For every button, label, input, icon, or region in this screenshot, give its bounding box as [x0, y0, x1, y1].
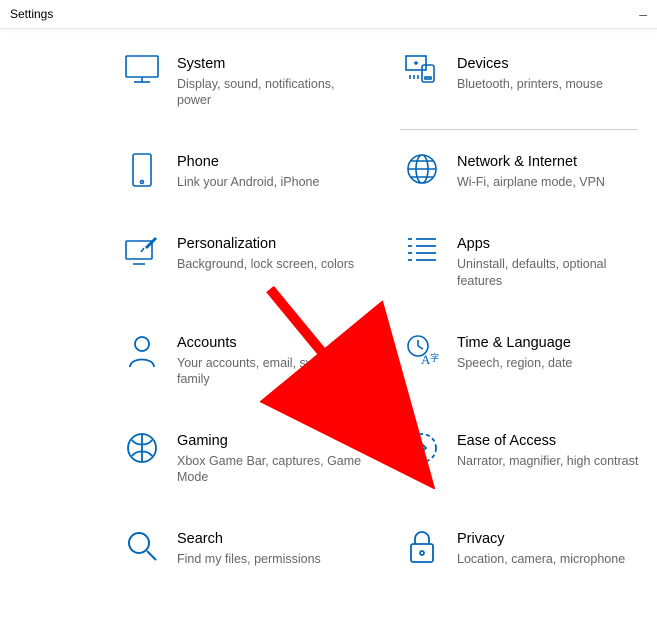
- tile-title: Network & Internet: [457, 153, 645, 172]
- tile-subtitle: Link your Android, iPhone: [177, 174, 365, 190]
- tile-title: Apps: [457, 235, 645, 254]
- tile-subtitle: Display, sound, notifications, power: [177, 76, 365, 109]
- tile-privacy[interactable]: Privacy Location, camera, microphone: [405, 530, 645, 567]
- tile-subtitle: Bluetooth, printers, mouse: [457, 76, 645, 92]
- tile-subtitle: Uninstall, defaults, optional features: [457, 256, 645, 289]
- tile-title: Accounts: [177, 334, 365, 353]
- tile-apps[interactable]: Apps Uninstall, defaults, optional featu…: [405, 235, 645, 288]
- phone-icon: [125, 153, 159, 187]
- tile-subtitle: Find my files, permissions: [177, 551, 365, 567]
- tile-system[interactable]: System Display, sound, notifications, po…: [125, 55, 365, 108]
- tile-search[interactable]: Search Find my files, permissions: [125, 530, 365, 567]
- tile-subtitle: Your accounts, email, sync, work, family: [177, 355, 365, 388]
- tile-subtitle: Wi-Fi, airplane mode, VPN: [457, 174, 645, 190]
- tile-ease-of-access[interactable]: Ease of Access Narrator, magnifier, high…: [405, 432, 645, 485]
- window-controls: –: [639, 7, 647, 21]
- tile-subtitle: Xbox Game Bar, captures, Game Mode: [177, 453, 365, 486]
- tile-subtitle: Location, camera, microphone: [457, 551, 645, 567]
- personalization-icon: [125, 235, 159, 269]
- devices-icon: [405, 55, 439, 89]
- tile-phone[interactable]: Phone Link your Android, iPhone: [125, 153, 365, 190]
- tile-accounts[interactable]: Accounts Your accounts, email, sync, wor…: [125, 334, 365, 387]
- tile-title: Privacy: [457, 530, 645, 549]
- ease-icon: [405, 432, 439, 466]
- tile-title: Gaming: [177, 432, 365, 451]
- tile-network[interactable]: Network & Internet Wi-Fi, airplane mode,…: [405, 153, 645, 190]
- tile-subtitle: Background, lock screen, colors: [177, 256, 365, 272]
- minimize-button[interactable]: –: [639, 7, 647, 21]
- tile-title: Personalization: [177, 235, 365, 254]
- apps-icon: [405, 235, 439, 269]
- tile-subtitle: Narrator, magnifier, high contrast: [457, 453, 645, 469]
- settings-grid: System Display, sound, notifications, po…: [0, 37, 657, 568]
- privacy-icon: [405, 530, 439, 564]
- tile-title: Devices: [457, 55, 645, 74]
- svg-text:字: 字: [430, 352, 439, 363]
- window-titlebar: Settings –: [0, 0, 657, 29]
- system-icon: [125, 55, 159, 89]
- tile-time[interactable]: A 字 Time & Language Speech, region, date: [405, 334, 645, 387]
- divider: [400, 129, 638, 130]
- tile-title: Ease of Access: [457, 432, 645, 451]
- tile-title: Time & Language: [457, 334, 645, 353]
- settings-content: System Display, sound, notifications, po…: [0, 29, 657, 568]
- tile-gaming[interactable]: Gaming Xbox Game Bar, captures, Game Mod…: [125, 432, 365, 485]
- search-icon: [125, 530, 159, 564]
- tile-title: Phone: [177, 153, 365, 172]
- tile-devices[interactable]: Devices Bluetooth, printers, mouse: [405, 55, 645, 108]
- time-icon: A 字: [405, 334, 439, 368]
- network-icon: [405, 153, 439, 187]
- tile-personalization[interactable]: Personalization Background, lock screen,…: [125, 235, 365, 288]
- window-title: Settings: [10, 7, 53, 21]
- tile-subtitle: Speech, region, date: [457, 355, 645, 371]
- accounts-icon: [125, 334, 159, 368]
- gaming-icon: [125, 432, 159, 466]
- tile-title: System: [177, 55, 365, 74]
- tile-title: Search: [177, 530, 365, 549]
